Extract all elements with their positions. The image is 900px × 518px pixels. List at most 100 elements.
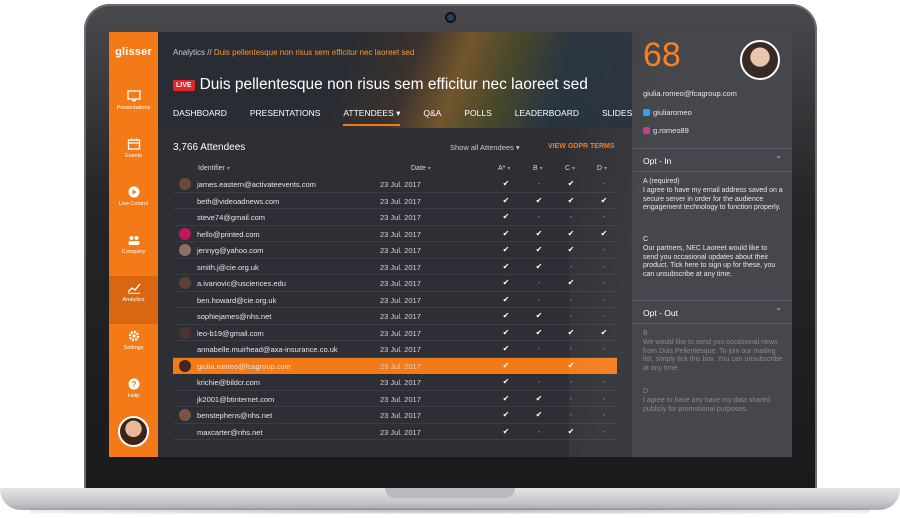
profile-email[interactable]: giulia.romeo@fcagroup.com xyxy=(643,89,737,98)
check-icon: ✔ xyxy=(502,377,510,386)
check-icon: ✔ xyxy=(567,179,575,188)
column-header-b[interactable]: B ▾ xyxy=(533,165,543,172)
table-row[interactable]: hello@printed.com 23 Jul. 2017 ✔ ✔ ✔ ✔ xyxy=(173,226,617,242)
sort-icon: ▾ xyxy=(604,166,608,172)
sidebar-item-label: Settings xyxy=(123,345,144,351)
sidebar-item-label: Company xyxy=(121,249,146,255)
attendee-avatar xyxy=(179,178,191,190)
laptop-shadow xyxy=(30,508,870,514)
consent-text: We would like to send you occasional new… xyxy=(643,339,783,372)
profile-instagram[interactable]: g.romeo89 xyxy=(643,126,689,135)
attendee-identifier: sophiejames@nhs.net xyxy=(197,312,272,321)
attendee-date: 23 Jul. 2017 xyxy=(380,213,421,222)
consent-dash: - xyxy=(602,344,606,353)
check-icon: ✔ xyxy=(502,327,510,337)
table-row[interactable]: benstephens@nhs.net 23 Jul. 2017 ✔ ✔ - - xyxy=(173,407,617,424)
tab-leaderboard[interactable]: LEADERBOARD xyxy=(515,108,579,126)
twitter-handle: giuliaromeo xyxy=(653,108,692,117)
opt-in-section-header[interactable]: Opt - In ⌃ xyxy=(632,148,792,172)
table-row[interactable]: annabelle.muirhead@axa-insurance.co.uk 23… xyxy=(173,341,617,358)
sort-icon: ▾ xyxy=(539,166,543,172)
tab-dashboard[interactable]: DASHBOARD xyxy=(173,108,227,126)
opt-in-c: C Our partners, NEC Laoreet would like t… xyxy=(643,236,783,279)
attendee-identifier: hello@printed.com xyxy=(197,229,260,239)
check-icon: ✔ xyxy=(600,228,608,238)
attendee-date: 23 Jul. 2017 xyxy=(380,328,421,338)
attendee-list-panel: 3,766 Attendees Show all Attendees ▾ VIE… xyxy=(158,128,632,457)
check-icon: ✔ xyxy=(502,360,510,370)
gear-icon xyxy=(128,330,139,342)
consent-dash: - xyxy=(537,179,541,188)
table-row[interactable]: steve74@gmail.com 23 Jul. 2017 ✔ - - - xyxy=(173,209,617,226)
sidebar-item-analytics[interactable]: Analytics xyxy=(109,276,158,324)
chart-icon xyxy=(127,283,141,294)
table-row[interactable]: jennyg@yahoo.com 23 Jul. 2017 ✔ ✔ ✔ - xyxy=(173,242,617,259)
sort-icon: ▾ xyxy=(427,166,431,172)
section-title: Opt - In xyxy=(643,156,672,166)
app-screen: glisser Presentations Events Live Contro… xyxy=(109,32,792,457)
attendee-date: 23 Jul. 2017 xyxy=(380,394,421,404)
check-icon: ✔ xyxy=(567,327,575,337)
check-icon: ✔ xyxy=(535,228,543,238)
column-header-d[interactable]: D ▾ xyxy=(597,165,607,172)
attendee-date: 23 Jul. 2017 xyxy=(380,378,421,387)
sort-icon: ▾ xyxy=(572,166,576,172)
table-row[interactable]: smith.j@cie.org.uk 23 Jul. 2017 ✔ ✔ - - xyxy=(173,259,617,275)
table-row[interactable]: jk2001@btinternet.com 23 Jul. 2017 ✔ ✔ - - xyxy=(173,391,617,407)
column-header-c[interactable]: C ▾ xyxy=(565,165,575,172)
table-row[interactable]: james.eastern@activateevents.com 23 Jul. … xyxy=(173,176,617,193)
app-logo[interactable]: glisser xyxy=(109,46,158,58)
user-avatar[interactable] xyxy=(118,416,149,447)
sidebar-item-presentations[interactable]: Presentations xyxy=(109,84,158,132)
tab-bar: DASHBOARD PRESENTATIONS ATTENDEES ▾ Q&A … xyxy=(173,108,655,126)
table-row[interactable]: leo-b19@gmail.com 23 Jul. 2017 ✔ ✔ ✔ ✔ xyxy=(173,325,617,341)
column-header-label: Date xyxy=(411,165,426,172)
tab-attendees[interactable]: ATTENDEES ▾ xyxy=(343,108,401,126)
table-row[interactable]: beth@videoadnews.com 23 Jul. 2017 ✔ ✔ ✔ ✔ xyxy=(173,193,617,209)
attendee-identifier: jk2001@btinternet.com xyxy=(197,394,275,404)
attendee-avatar xyxy=(179,244,191,256)
table-row[interactable]: krichie@bildcr.com 23 Jul. 2017 ✔ - - - xyxy=(173,374,617,391)
view-gdpr-terms-link[interactable]: VIEW GDPR TERMS xyxy=(548,143,615,150)
consent-title: B xyxy=(643,330,648,337)
consent-dash: - xyxy=(569,410,573,419)
column-header-date[interactable]: Date ▾ xyxy=(411,165,431,172)
attendee-identifier: smith.j@cie.org.uk xyxy=(197,262,259,272)
consent-dash: - xyxy=(602,360,606,370)
sidebar-item-live-control[interactable]: Live Control xyxy=(109,180,158,228)
tab-presentations[interactable]: PRESENTATIONS xyxy=(250,108,321,126)
tab-slides[interactable]: SLIDES xyxy=(602,108,632,126)
attendee-identifier: benstephens@nhs.net xyxy=(197,411,273,420)
check-icon: ✔ xyxy=(502,393,510,403)
table-row[interactable]: maxcarter@nhs.net 23 Jul. 2017 ✔ - ✔ - xyxy=(173,424,617,440)
table-row[interactable]: giulia.romeo@fcagroup.com 23 Jul. 2017 ✔ - ✔… xyxy=(173,357,617,374)
breadcrumb-root[interactable]: Analytics // xyxy=(173,48,212,57)
consent-dash: - xyxy=(602,245,606,254)
consent-dash: - xyxy=(602,426,606,436)
table-row[interactable]: ben.howard@cie.org.uk 23 Jul. 2017 ✔ - - - xyxy=(173,292,617,308)
attendee-filter-dropdown[interactable]: Show all Attendees ▾ xyxy=(450,143,520,152)
sidebar-item-settings[interactable]: Settings xyxy=(109,324,158,372)
section-title: Opt - Out xyxy=(643,308,678,318)
table-row[interactable]: sophiejames@nhs.net 23 Jul. 2017 ✔ ✔ - - xyxy=(173,308,617,325)
consent-dash: - xyxy=(537,212,541,221)
sidebar-item-company[interactable]: Company xyxy=(109,228,158,276)
consent-title: D xyxy=(643,388,649,395)
consent-dash: - xyxy=(602,377,606,386)
column-header-label: B xyxy=(533,165,538,172)
sort-icon: ▾ xyxy=(507,166,511,172)
tab-polls[interactable]: POLLS xyxy=(464,108,491,126)
column-header-a[interactable]: A* ▾ xyxy=(498,165,510,172)
column-header-identifier[interactable]: Identifier ▾ xyxy=(198,165,230,172)
calendar-icon xyxy=(127,138,140,150)
sidebar-item-events[interactable]: Events xyxy=(109,132,158,180)
consent-text: Our partners, NEC Laoreet would like to … xyxy=(643,245,776,278)
attendee-date: 23 Jul. 2017 xyxy=(380,196,421,206)
attendee-avatar xyxy=(179,359,191,372)
opt-out-section-header[interactable]: Opt - Out ⌃ xyxy=(632,300,792,324)
tab-qa[interactable]: Q&A xyxy=(423,108,441,126)
check-icon: ✔ xyxy=(502,410,510,419)
table-row[interactable]: a.ivanovic@usciences.edu 23 Jul. 2017 ✔ - ✔ - xyxy=(173,275,617,292)
sidebar-item-help[interactable]: ? Help xyxy=(109,372,158,420)
camera-icon xyxy=(447,14,454,21)
